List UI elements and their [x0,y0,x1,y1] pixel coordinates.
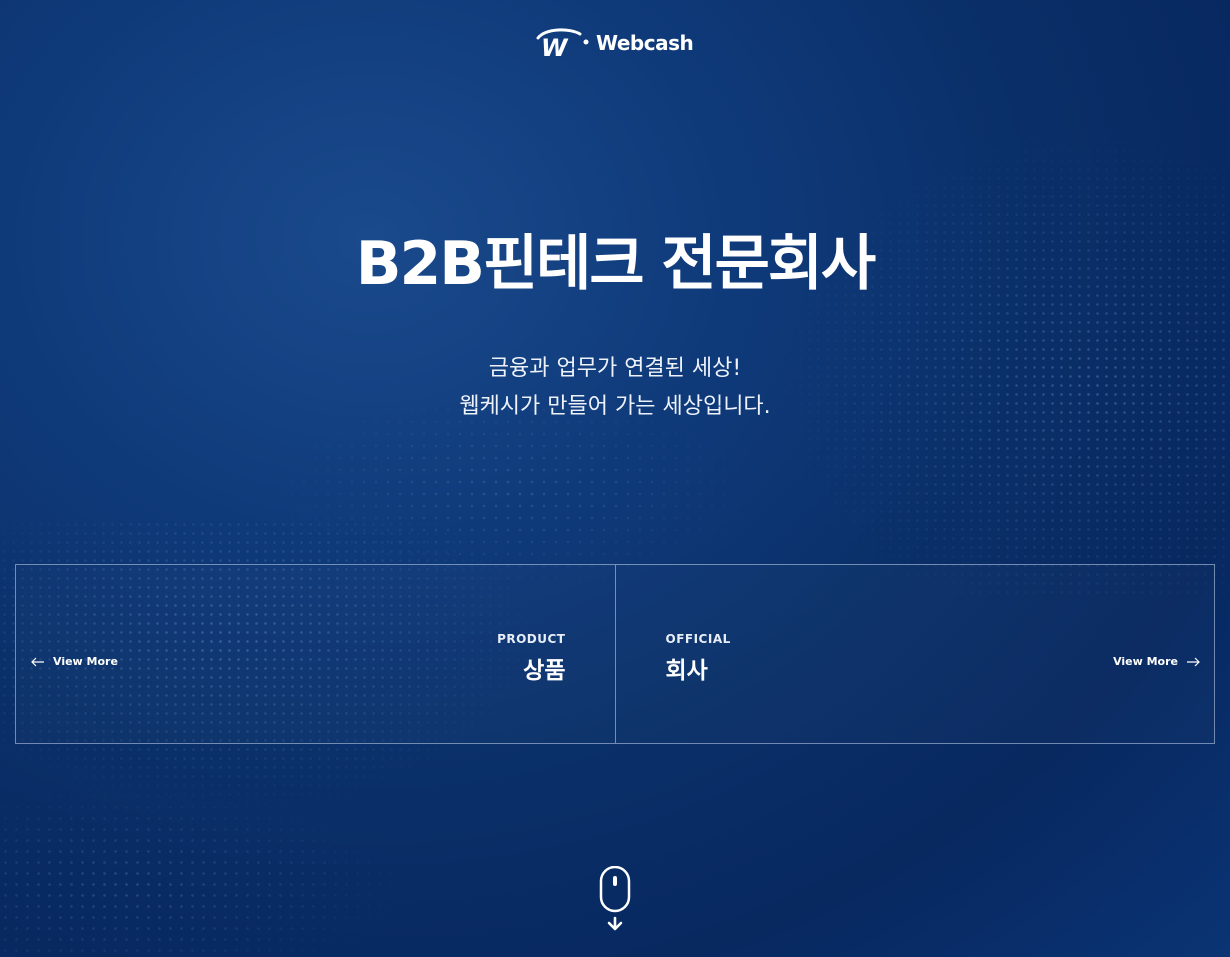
logo-mark-text: W [541,34,569,60]
hero-subtitle-line-2: 웹케시가 만들어 가는 세상입니다. [459,394,771,419]
webcash-logo[interactable]: W Webcash [532,26,694,60]
arrow-right-icon [1187,657,1200,666]
product-title: 상품 [523,658,566,684]
scroll-down-indicator[interactable] [599,865,631,936]
hero-subtitle: 금융과 업무가 연결된 세상! 웹케시가 만들어 가는 세상입니다. [0,350,1230,426]
webcash-logo-mark-icon: W [536,28,589,60]
split-link-panel: View More PRODUCT 상품 OFFICIAL 회사 View Mo… [15,564,1215,744]
product-eyebrow: PRODUCT [497,632,566,646]
official-card[interactable]: OFFICIAL 회사 View More [616,565,1215,743]
official-title: 회사 [665,658,708,684]
arrow-left-icon [31,657,44,666]
hero-subtitle-line-1: 금융과 업무가 연결된 세상! [488,356,742,381]
official-view-more-link[interactable]: View More [1113,655,1200,668]
official-view-more-label: View More [1113,655,1178,668]
product-card[interactable]: View More PRODUCT 상품 [16,565,616,743]
mouse-scroll-icon [599,865,631,931]
product-view-more-link[interactable]: View More [31,655,118,668]
logo-wordmark: Webcash [596,31,694,55]
hero-title: B2B핀테크 전문회사 [355,229,877,299]
dot-texture-bottom [0,780,420,957]
official-eyebrow: OFFICIAL [665,632,731,646]
product-view-more-label: View More [53,655,118,668]
